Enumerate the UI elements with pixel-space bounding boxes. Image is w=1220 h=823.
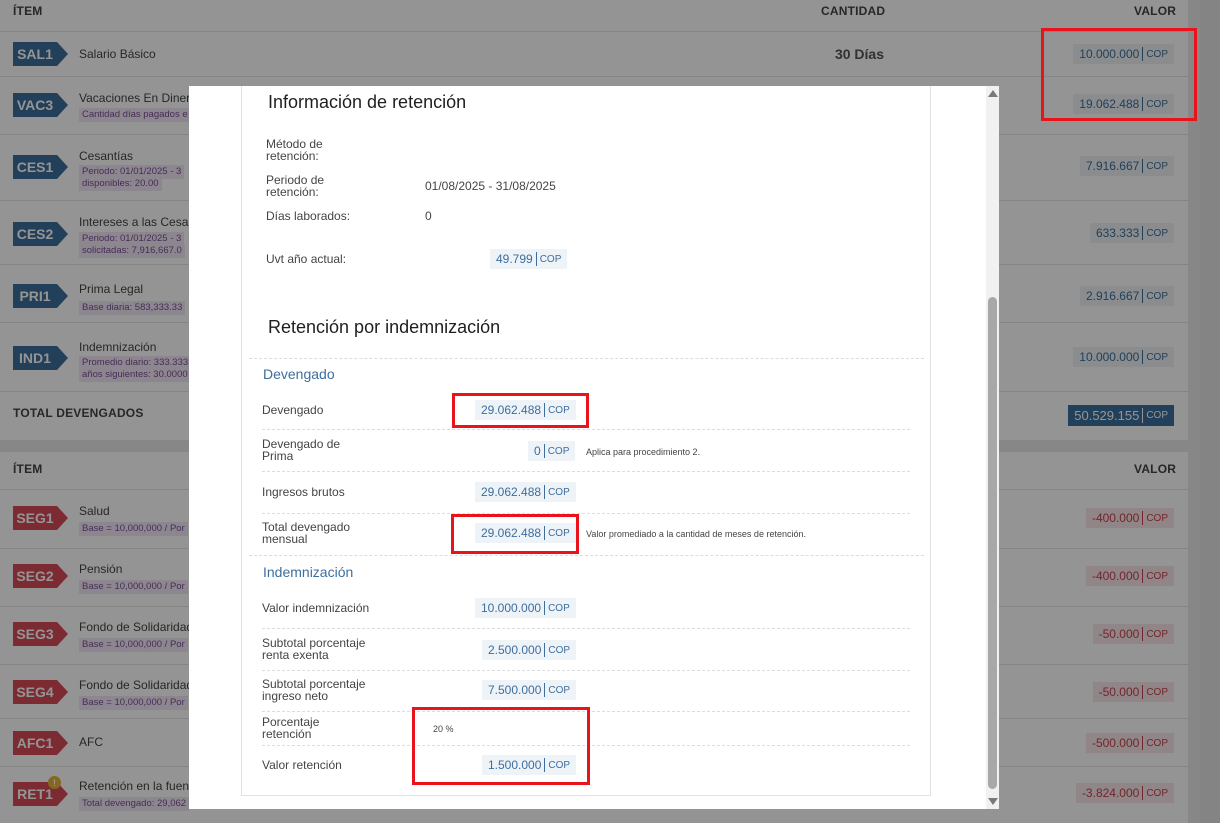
chevron-down-icon[interactable] <box>988 798 998 805</box>
periodo-value: 01/08/2025 - 31/08/2025 <box>425 179 556 193</box>
valor-indemnizacion-amount: 10.000.000 COP <box>475 598 576 618</box>
highlight-box <box>451 514 579 554</box>
subtotal-exenta-label: Subtotal porcentaje renta exenta <box>262 636 366 662</box>
total-mensual-label: Total devengado mensual <box>262 520 351 546</box>
highlight-box <box>1041 28 1197 121</box>
uvt-label: Uvt año actual: <box>266 252 347 266</box>
modal-scrollbar[interactable] <box>986 86 999 809</box>
devengado-label: Devengado <box>262 403 324 417</box>
ingresos-label: Ingresos brutos <box>262 485 345 499</box>
divider <box>249 555 924 556</box>
uvt-amount: 49.799 COP <box>490 249 568 269</box>
ret-indemnizacion-title: Retención por indemnización <box>268 317 501 337</box>
dias-value: 0 <box>425 209 432 223</box>
dev-prima-note: Aplica para procedimiento 2. <box>586 447 701 457</box>
periodo-label: Periodo de retención: <box>266 173 325 199</box>
divider <box>262 471 910 472</box>
total-mensual-note: Valor promediado a la cantidad de meses … <box>586 529 806 539</box>
chevron-up-icon[interactable] <box>988 90 998 97</box>
divider <box>262 670 910 671</box>
dev-prima-label: Devengado de Prima <box>262 437 341 463</box>
porcentaje-label: Porcentaje retención <box>262 715 320 741</box>
highlight-box <box>412 707 590 785</box>
retention-detail-modal: Información de retención Método de reten… <box>189 86 999 809</box>
metodo-label: Método de retención: <box>266 137 323 163</box>
valor-retencion-label: Valor retención <box>262 758 342 772</box>
dev-prima-amount: 0 COP <box>528 441 576 461</box>
subtotal-exenta-amount: 2.500.000 COP <box>482 640 577 660</box>
divider <box>249 358 924 359</box>
subtotal-neto-label: Subtotal porcentaje ingreso neto <box>262 677 366 703</box>
highlight-box <box>452 393 589 428</box>
valor-indemnizacion-label: Valor indemnización <box>262 601 370 615</box>
ingresos-amount: 29.062.488 COP <box>475 482 576 502</box>
dias-label: Días laborados: <box>266 209 351 223</box>
indemnizacion-section-title: Indemnización <box>263 564 354 580</box>
divider <box>262 513 910 514</box>
divider <box>262 429 910 430</box>
info-retencion-title: Información de retención <box>268 92 467 112</box>
devengado-section-title: Devengado <box>263 366 335 382</box>
divider <box>262 628 910 629</box>
subtotal-neto-amount: 7.500.000 COP <box>482 680 577 700</box>
scroll-thumb[interactable] <box>988 297 997 789</box>
